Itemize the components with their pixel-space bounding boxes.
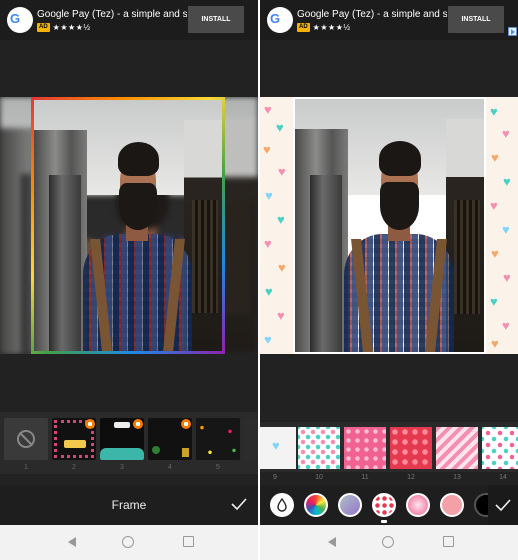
install-button[interactable]: INSTALL: [188, 6, 244, 33]
framed-photo: [295, 99, 484, 352]
pattern-option[interactable]: [298, 427, 340, 469]
lock-icon: [85, 419, 95, 429]
ad-title: Google Pay (Tez) - a simple and s...: [37, 9, 187, 20]
frame-number: 5: [216, 464, 220, 471]
pattern-option[interactable]: [482, 427, 518, 469]
adchoices-icon[interactable]: [508, 27, 517, 36]
home-icon[interactable]: [382, 536, 394, 548]
screenshot-pair: G Google Pay (Tez) - a simple and s... A…: [0, 0, 518, 560]
pattern-tray: ♥: [260, 422, 518, 472]
install-button[interactable]: INSTALL: [448, 6, 504, 33]
android-navbar: [260, 525, 518, 560]
gradient-icon[interactable]: [338, 493, 362, 517]
recent-apps-icon[interactable]: [183, 536, 194, 547]
icon-letter: G: [270, 11, 281, 26]
drop-icon[interactable]: [270, 493, 294, 517]
home-icon[interactable]: [122, 536, 134, 548]
background-tool-bar: [260, 485, 518, 525]
ad-banner[interactable]: G Google Pay (Tez) - a simple and s... A…: [260, 0, 518, 40]
ad-rating-row: AD ★★★★½: [297, 22, 351, 32]
ad-badge: AD: [37, 22, 50, 32]
frame-option-easter[interactable]: [52, 418, 96, 460]
frame-number: 1: [24, 464, 28, 471]
frame-option-partial[interactable]: [244, 418, 258, 460]
lock-icon: [181, 419, 191, 429]
recent-apps-icon[interactable]: [443, 536, 454, 547]
pink-circle-icon[interactable]: [440, 493, 464, 517]
android-navbar: [0, 525, 258, 560]
photo-preview: [0, 97, 258, 354]
frame-option-kids[interactable]: [100, 418, 144, 460]
frame-tray: 1 2 3 4 5: [0, 412, 258, 474]
confirm-check-icon[interactable]: [230, 495, 248, 513]
pattern-option[interactable]: [436, 427, 478, 469]
frame-option-party[interactable]: [148, 418, 192, 460]
confirm-check-icon[interactable]: [494, 496, 512, 514]
google-pay-icon: G: [7, 7, 33, 33]
bottom-bar: Frame: [0, 485, 258, 525]
pattern-option[interactable]: ♥: [260, 427, 296, 469]
rainbow-frame-border: [31, 97, 225, 354]
google-pay-icon: G: [267, 7, 293, 33]
ad-badge: AD: [297, 22, 310, 32]
pattern-number: 11: [361, 474, 369, 481]
frame-number: 2: [72, 464, 76, 471]
back-icon[interactable]: [328, 537, 336, 547]
ad-title: Google Pay (Tez) - a simple and s...: [297, 9, 447, 20]
pattern-number: 13: [453, 474, 461, 481]
pattern-number: 14: [499, 474, 507, 481]
frame-option-confetti[interactable]: [196, 418, 240, 460]
no-frame-icon: [17, 430, 35, 448]
tool-title: Frame: [111, 498, 147, 512]
texture-icon[interactable]: [406, 493, 430, 517]
selected-indicator: [381, 520, 387, 523]
icon-letter: G: [10, 11, 21, 26]
star-rating: ★★★★½: [312, 22, 351, 32]
pattern-number: 9: [273, 474, 277, 481]
ad-banner[interactable]: G Google Pay (Tez) - a simple and s... A…: [0, 0, 258, 40]
right-screen: G Google Pay (Tez) - a simple and s... A…: [260, 0, 518, 560]
pattern-option[interactable]: [344, 427, 386, 469]
star-rating: ★★★★½: [52, 22, 91, 32]
color-wheel-icon[interactable]: [304, 493, 328, 517]
ad-rating-row: AD ★★★★½: [37, 22, 91, 32]
back-icon[interactable]: [68, 537, 76, 547]
frame-option-none[interactable]: [4, 418, 48, 460]
confirm-area: [488, 485, 518, 525]
pattern-icon[interactable]: [372, 493, 396, 517]
pattern-option[interactable]: [390, 427, 432, 469]
frame-number: 4: [168, 464, 172, 471]
frame-number: 3: [120, 464, 124, 471]
lock-icon: [133, 419, 143, 429]
left-screen: G Google Pay (Tez) - a simple and s... A…: [0, 0, 258, 560]
photo-preview: ♥ ♥ ♥ ♥ ♥ ♥ ♥ ♥ ♥ ♥ ♥ ♥ ♥ ♥ ♥ ♥ ♥ ♥ ♥ ♥: [260, 97, 518, 354]
pattern-number: 12: [407, 474, 415, 481]
pattern-number: 10: [315, 474, 323, 481]
